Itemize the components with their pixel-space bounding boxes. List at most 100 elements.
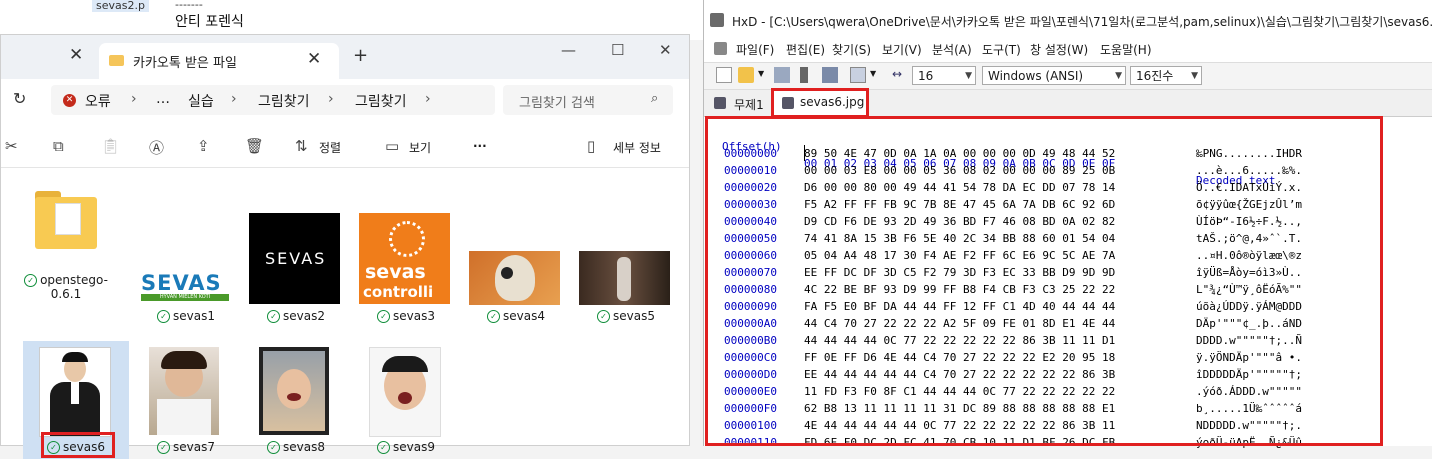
- maximize-icon[interactable]: ☐: [611, 41, 624, 59]
- file-label: ✓ sevas3: [351, 309, 461, 323]
- details-pane-icon[interactable]: ▯: [587, 137, 595, 155]
- file-item-sevas6[interactable]: [39, 347, 111, 437]
- file-label: ✓ sevas1: [131, 309, 241, 323]
- tab-highlight-box: [771, 88, 869, 118]
- file-label: ✓ sevas8: [241, 440, 351, 454]
- file-item-sevas9[interactable]: [369, 347, 441, 437]
- sevas3-sun-icon: [389, 221, 425, 257]
- delete-icon[interactable]: 🗑︎: [245, 137, 264, 155]
- tab-label: 카카오톡 받은 파일: [133, 56, 237, 71]
- menu-window[interactable]: 창 설정(W): [1030, 41, 1088, 58]
- disk-icon[interactable]: [822, 67, 838, 83]
- synced-check-icon: ✓: [24, 274, 38, 287]
- sevas3-logo-text: sevas: [365, 261, 426, 283]
- hex-view-highlight-box: [705, 116, 1383, 446]
- hxd-window: HxD - [C:\Users\qwera\OneDrive\문서\카카오톡 받…: [703, 0, 1432, 449]
- chevron-right-icon: ›: [328, 91, 334, 107]
- hxd-title: HxD - [C:\Users\qwera\OneDrive\문서\카카오톡 받…: [732, 15, 1432, 29]
- sevas3-logo-subtext: controlli: [363, 283, 434, 301]
- file-item-sevas8[interactable]: [259, 347, 329, 435]
- close-window-icon[interactable]: ✕: [659, 41, 672, 59]
- hxd-app-icon: [710, 13, 724, 27]
- menu-tools[interactable]: 도구(T): [982, 41, 1021, 58]
- minimize-icon[interactable]: —: [561, 41, 576, 59]
- row-width-icon: ↔: [892, 67, 903, 81]
- save-icon[interactable]: [774, 67, 790, 83]
- file-label: ✓ openstego-0.6.1: [11, 273, 121, 301]
- hxd-toolbar: ▼ ▼ ↔ 16 ▼ Windows (ANSI) ▼ 16진수 ▼: [704, 62, 1432, 90]
- close-prev-tab-icon[interactable]: ✕: [69, 45, 83, 65]
- display-mode-select[interactable]: 16진수 ▼: [1130, 66, 1202, 85]
- cartoon-face-image: [495, 255, 535, 301]
- menu-analysis[interactable]: 분석(A): [932, 41, 972, 58]
- close-file-icon[interactable]: [800, 67, 808, 83]
- menu-edit[interactable]: 편집(E): [786, 41, 825, 58]
- more-options-button[interactable]: ···: [473, 139, 487, 153]
- file-explorer-window: ✕ 카카오톡 받은 파일 ✕ + — ☐ ✕ ↻ ✕ 오류 › … 실습 › 그…: [0, 34, 690, 459]
- new-tab-button[interactable]: +: [353, 45, 368, 66]
- menu-help[interactable]: 도움말(H): [1100, 41, 1152, 58]
- charset-select[interactable]: Windows (ANSI) ▼: [982, 66, 1126, 85]
- error-icon: ✕: [63, 94, 76, 107]
- breadcrumb-practice[interactable]: 실습: [188, 91, 214, 111]
- refresh-icon[interactable]: ↻: [13, 89, 26, 108]
- file-item-openstego[interactable]: [23, 185, 109, 271]
- menu-file[interactable]: 파일(F): [736, 41, 774, 58]
- file-label: ✓ sevas2: [241, 309, 351, 323]
- background-title: 안티 포렌식: [175, 14, 244, 30]
- sevas1-logo-subtext: HYVÄN MIELEN KOTI: [141, 294, 229, 301]
- sort-button[interactable]: 정렬: [319, 139, 341, 156]
- new-file-icon[interactable]: [716, 67, 732, 83]
- sevas2-logo-text: SEVAS: [265, 249, 327, 268]
- file-item-sevas1[interactable]: SEVAS HYVÄN MIELEN KOTI: [139, 235, 231, 307]
- file-item-sevas3[interactable]: sevas controlli: [359, 213, 450, 304]
- file-label: ✓ sevas7: [131, 440, 241, 454]
- cut-icon[interactable]: ✂: [5, 137, 18, 155]
- dropdown-arrow-icon[interactable]: ▼: [758, 69, 764, 78]
- share-icon[interactable]: ⇪: [197, 137, 210, 155]
- folder-icon: [35, 191, 97, 263]
- chevron-right-icon: ›: [425, 91, 431, 107]
- tab-kakaotalk-files[interactable]: 카카오톡 받은 파일 ✕: [99, 43, 339, 79]
- photo-image: [161, 351, 207, 369]
- document-icon: [714, 42, 727, 55]
- file-item-sevas4[interactable]: [469, 251, 560, 305]
- open-file-icon[interactable]: [738, 67, 754, 83]
- close-tab-icon[interactable]: ✕: [307, 49, 321, 69]
- ram-icon[interactable]: [850, 67, 866, 83]
- search-icon: ⌕: [651, 91, 659, 106]
- chevron-down-icon: ▼: [1115, 71, 1122, 81]
- file-label: ✓ sevas9: [351, 440, 461, 454]
- breadcrumb-picture-find-1[interactable]: 그림찾기: [258, 91, 310, 111]
- address-bar[interactable]: ✕ 오류 › … 실습 › 그림찾기 › 그림찾기 ›: [51, 85, 495, 115]
- bytes-per-row-select[interactable]: 16 ▼: [912, 66, 976, 85]
- paste-icon[interactable]: 📋︎: [101, 137, 120, 155]
- file-label: ✓ sevas5: [571, 309, 681, 323]
- explorer-tab-bar: ✕ 카카오톡 받은 파일 ✕ + — ☐ ✕: [1, 35, 689, 79]
- breadcrumb-error[interactable]: 오류: [85, 91, 111, 111]
- view-icon[interactable]: ▭: [385, 137, 399, 155]
- synced-check-icon: ✓: [377, 310, 390, 323]
- sort-icon[interactable]: ⇅: [295, 137, 308, 155]
- chevron-down-icon: ▼: [965, 71, 972, 81]
- synced-check-icon: ✓: [597, 310, 610, 323]
- menu-search[interactable]: 찾기(S): [832, 41, 871, 58]
- hxd-menu-bar: 파일(F) 편집(E) 찾기(S) 보기(V) 분석(A) 도구(T) 창 설정…: [704, 38, 1432, 60]
- menu-view[interactable]: 보기(V): [882, 41, 922, 58]
- figure-image: [617, 257, 631, 301]
- copy-icon[interactable]: ⧉: [53, 137, 64, 155]
- breadcrumb-more[interactable]: …: [156, 91, 170, 107]
- breadcrumb-picture-find-2[interactable]: 그림찾기: [355, 91, 407, 111]
- file-item-sevas5[interactable]: [579, 251, 670, 305]
- file-item-sevas2[interactable]: SEVAS: [249, 213, 340, 304]
- dropdown-arrow-icon[interactable]: ▼: [870, 69, 876, 78]
- document-icon: [714, 97, 726, 109]
- view-button[interactable]: 보기: [409, 139, 431, 156]
- chevron-right-icon: ›: [231, 91, 237, 107]
- search-box[interactable]: 그림찾기 검색 ⌕: [503, 85, 673, 115]
- details-button[interactable]: 세부 정보: [613, 139, 661, 156]
- hxd-tabs: 무제1 sevas6.jpg: [704, 88, 1432, 118]
- rename-icon[interactable]: Ⓐ: [149, 137, 164, 158]
- file-item-sevas7[interactable]: [149, 347, 219, 435]
- synced-check-icon: ✓: [377, 441, 390, 454]
